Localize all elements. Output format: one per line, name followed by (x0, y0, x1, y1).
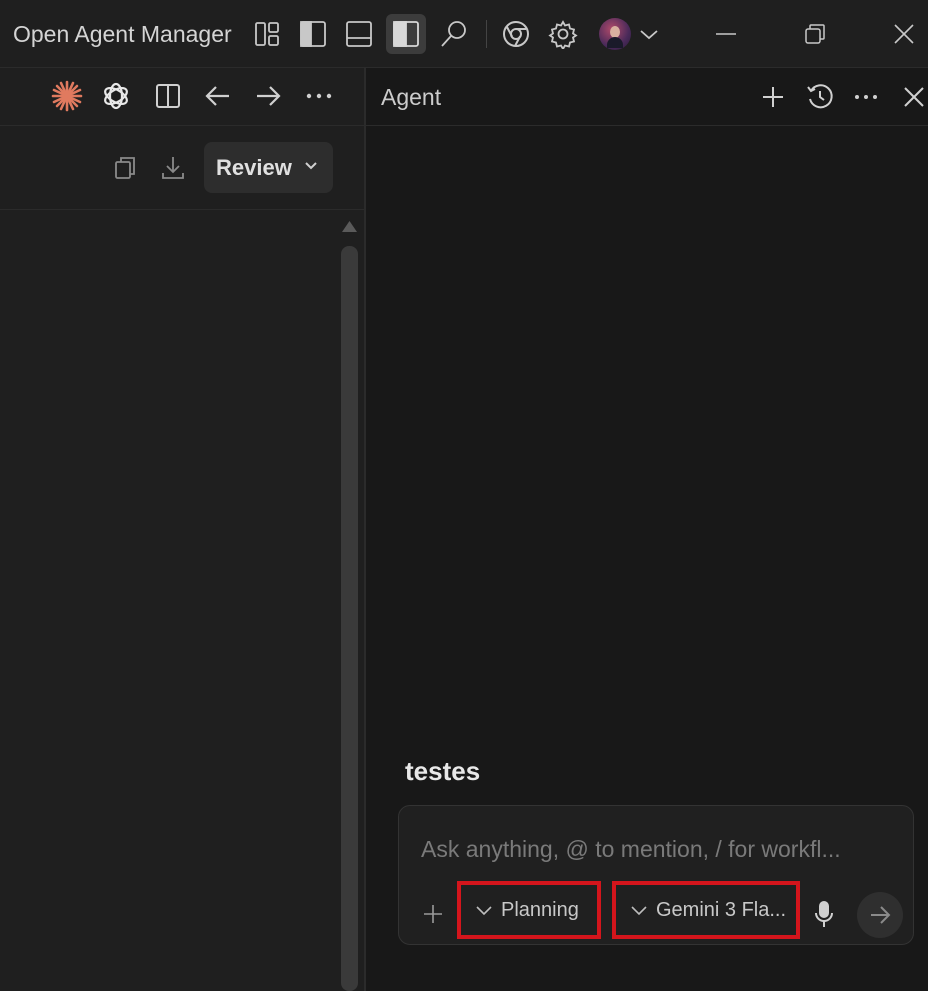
sidebar-left-icon[interactable] (293, 14, 333, 54)
layout-grid-icon[interactable] (247, 14, 287, 54)
chevron-down-icon (304, 160, 318, 172)
agent-header: Agent (366, 68, 928, 126)
chat-input-box: Ask anything, @ to mention, / for workfl… (398, 805, 914, 945)
divider (486, 20, 487, 48)
model-dropdown[interactable]: Gemini 3 Fla... (612, 881, 800, 939)
claude-icon[interactable] (47, 76, 87, 116)
chat-input[interactable]: Ask anything, @ to mention, / for workfl… (421, 836, 901, 863)
editor-toolbar (0, 68, 364, 126)
history-icon[interactable] (802, 77, 838, 117)
mode-label: Planning (501, 898, 579, 921)
arrow-left-icon[interactable] (198, 76, 238, 116)
mode-dropdown[interactable]: Planning (457, 881, 601, 939)
openai-icon[interactable] (96, 76, 136, 116)
microphone-icon[interactable] (813, 900, 835, 930)
model-label: Gemini 3 Fla... (656, 898, 787, 921)
avatar[interactable] (599, 18, 631, 50)
avatar-body (607, 37, 623, 48)
editor-actions: Review (0, 126, 364, 210)
review-label: Review (216, 154, 292, 180)
sidebar-right-icon[interactable] (386, 14, 426, 54)
copy-icon[interactable] (112, 154, 140, 182)
restore-icon[interactable] (795, 14, 835, 54)
chevron-down-icon[interactable] (638, 25, 660, 43)
chevron-down-icon (630, 904, 648, 916)
review-button[interactable]: Review (204, 142, 333, 193)
agent-title: Agent (381, 84, 442, 110)
more-icon[interactable] (848, 77, 884, 117)
panel-bottom-icon[interactable] (339, 14, 379, 54)
chrome-icon[interactable] (496, 14, 536, 54)
download-icon[interactable] (159, 154, 187, 182)
agent-panel: Agent testes Ask anything, @ to mention,… (366, 68, 928, 991)
more-icon[interactable] (299, 76, 339, 116)
minimize-icon[interactable] (706, 14, 746, 54)
scrollbar-thumb[interactable] (341, 246, 358, 991)
scroll-up-arrow[interactable] (341, 218, 358, 236)
close-icon[interactable] (884, 14, 924, 54)
title-bar: Open Agent Manager (0, 0, 928, 68)
chevron-down-icon (475, 904, 493, 916)
search-icon[interactable] (434, 14, 474, 54)
plus-icon[interactable] (755, 77, 791, 117)
close-icon[interactable] (896, 77, 928, 117)
split-view-icon[interactable] (148, 76, 188, 116)
arrow-right-icon[interactable] (248, 76, 288, 116)
add-context-icon[interactable] (423, 904, 443, 924)
conversation-title: testes (405, 756, 481, 786)
gear-icon[interactable] (543, 14, 583, 54)
send-button[interactable] (857, 892, 903, 938)
editor-pane: Review (0, 68, 364, 991)
app-title: Open Agent Manager (13, 21, 232, 47)
